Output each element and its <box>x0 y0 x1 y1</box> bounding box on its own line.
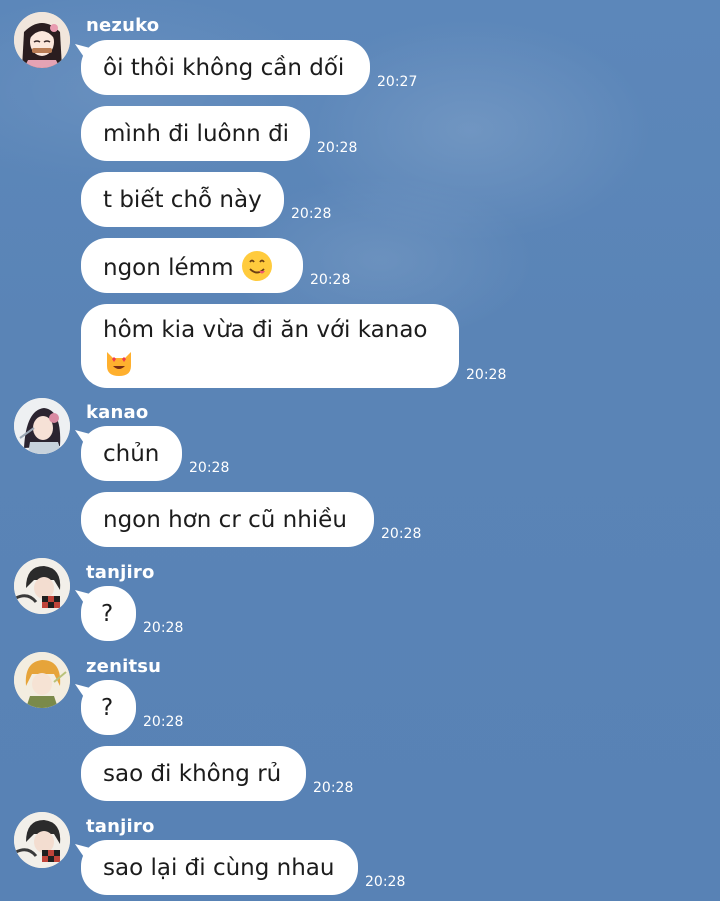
message-time: 20:28 <box>189 460 230 476</box>
message-text: t biết chỗ này <box>103 187 262 213</box>
message-text: ngon hơn cr cũ nhiều <box>103 507 347 533</box>
zenitsu-avatar-icon <box>14 652 70 708</box>
yum-emoji-icon <box>241 250 273 282</box>
message-text: hôm kia vừa đi ăn với kanao <box>103 317 428 343</box>
message-bubble[interactable]: sao đi không rủ <box>81 746 306 801</box>
avatar-zenitsu[interactable] <box>14 652 70 708</box>
message-text: ? <box>101 601 114 627</box>
sender-name: tanjiro <box>86 562 155 583</box>
nezuko-avatar-icon <box>14 12 70 68</box>
message-text: chủn <box>103 441 160 467</box>
message-time: 20:28 <box>317 140 358 156</box>
message-time: 20:28 <box>381 526 422 542</box>
avatar-nezuko[interactable] <box>14 12 70 68</box>
tanjiro-avatar-icon <box>14 558 70 614</box>
heart-eyes-cat-emoji-icon <box>103 346 135 378</box>
message-text: sao lại đi cùng nhau <box>103 855 335 881</box>
message-bubble[interactable]: ngon lémm <box>81 238 303 293</box>
message-time: 20:28 <box>291 206 332 222</box>
avatar-tanjiro[interactable] <box>14 812 70 868</box>
message-text: sao đi không rủ <box>103 761 282 787</box>
message-time: 20:28 <box>365 874 406 890</box>
sender-name: tanjiro <box>86 816 155 837</box>
message-time: 20:28 <box>466 367 507 383</box>
message-time: 20:27 <box>377 74 418 90</box>
avatar-tanjiro[interactable] <box>14 558 70 614</box>
sender-name: nezuko <box>86 15 160 36</box>
tanjiro-avatar-icon <box>14 812 70 868</box>
message-text: mình đi luônn đi <box>103 121 290 147</box>
message-bubble[interactable]: ? <box>81 680 136 735</box>
message-bubble[interactable]: mình đi luônn đi <box>81 106 310 161</box>
message-bubble[interactable]: ngon hơn cr cũ nhiều <box>81 492 374 547</box>
message-bubble[interactable]: ôi thôi không cần dối <box>81 40 370 95</box>
message-bubble[interactable]: ? <box>81 586 136 641</box>
message-time: 20:28 <box>143 714 184 730</box>
message-bubble[interactable]: hôm kia vừa đi ăn với kanao <box>81 304 459 388</box>
message-bubble[interactable]: t biết chỗ này <box>81 172 284 227</box>
message-text: ? <box>101 695 114 721</box>
message-bubble[interactable]: chủn <box>81 426 182 481</box>
message-time: 20:28 <box>143 620 184 636</box>
message-text: ngon lémm <box>103 255 234 281</box>
kanao-avatar-icon <box>14 398 70 454</box>
message-bubble[interactable]: sao lại đi cùng nhau <box>81 840 358 895</box>
message-time: 20:28 <box>310 272 351 288</box>
avatar-kanao[interactable] <box>14 398 70 454</box>
sender-name: kanao <box>86 402 149 423</box>
message-time: 20:28 <box>313 780 354 796</box>
sender-name: zenitsu <box>86 656 162 677</box>
message-text: ôi thôi không cần dối <box>103 55 345 81</box>
